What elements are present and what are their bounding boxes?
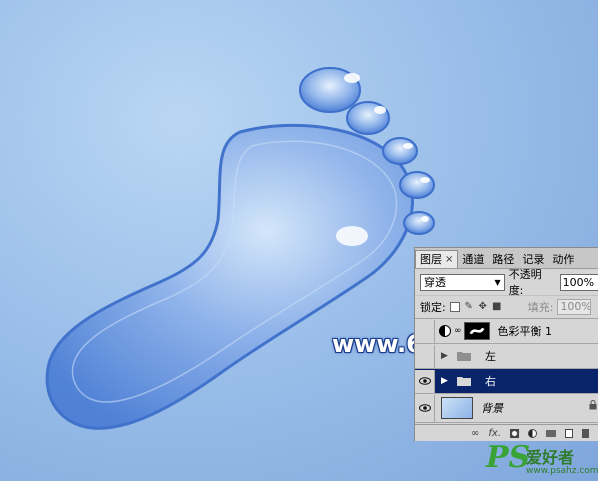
visibility-toggle[interactable]	[415, 369, 435, 393]
folder-icon	[457, 352, 471, 361]
lock-transparency-icon[interactable]	[449, 302, 460, 312]
layer-row-right-group[interactable]: ▶ 右	[415, 369, 598, 394]
visibility-toggle[interactable]	[415, 394, 435, 422]
visibility-toggle[interactable]	[415, 319, 435, 343]
new-layer-icon[interactable]	[565, 428, 573, 438]
layer-name: 背景	[481, 402, 503, 415]
fill-label: 填充:	[527, 301, 554, 314]
expand-triangle-icon[interactable]: ▶	[441, 351, 451, 361]
layer-thumbnail	[441, 397, 473, 419]
layer-name: 色彩平衡 1	[497, 325, 553, 338]
layer-mask-thumbnail	[463, 322, 490, 340]
fx-icon[interactable]: fx.	[488, 428, 501, 439]
close-icon[interactable]: ×	[445, 251, 453, 268]
tab-layers[interactable]: 图层 ×	[415, 250, 459, 268]
layer-row-background[interactable]: 背景	[415, 394, 598, 423]
trash-icon[interactable]	[582, 428, 589, 438]
mask-icon[interactable]	[510, 428, 519, 438]
brand-name: 爱好者	[526, 448, 575, 467]
link-icon[interactable]: ∞	[471, 428, 479, 439]
tab-layers-label: 图层	[420, 253, 442, 266]
blend-row: 穿透 ▼ 不透明度: 100%	[415, 268, 598, 297]
foot-print-icon	[45, 67, 435, 430]
lock-label: 锁定:	[420, 301, 446, 314]
layer-row-left-group[interactable]: ▶ 左	[415, 344, 598, 369]
panel-footer: ∞ fx.	[415, 424, 598, 441]
panel-tabs: 图层 × 通道 路径 记录 动作	[415, 248, 598, 269]
lock-icon	[589, 400, 597, 410]
fill-input[interactable]: 100%	[557, 299, 592, 315]
tab-channels[interactable]: 通道	[458, 251, 488, 268]
blend-mode-select[interactable]: 穿透 ▼	[420, 273, 505, 291]
layers-panel: 图层 × 通道 路径 记录 动作 穿透 ▼ 不透明度: 100% 锁定: ✎ ✥…	[414, 247, 598, 441]
lock-brush-icon[interactable]: ✎	[464, 302, 474, 312]
layer-name: 右	[485, 375, 496, 388]
eye-icon	[418, 377, 431, 385]
lock-row: 锁定: ✎ ✥ ■ 填充: 100%	[415, 296, 598, 319]
brand-url: www.psahz.com	[526, 466, 598, 476]
layer-row-color-balance[interactable]: ∞ 色彩平衡 1	[415, 319, 598, 344]
eye-icon	[418, 404, 431, 412]
expand-triangle-icon[interactable]: ▶	[441, 376, 451, 386]
opacity-input[interactable]: 100%	[559, 273, 598, 291]
chain-link-icon: ∞	[454, 326, 462, 336]
adjustment-icon[interactable]	[528, 428, 537, 438]
lock-move-icon[interactable]: ✥	[478, 302, 488, 312]
chevron-down-icon: ▼	[494, 277, 501, 287]
blend-mode-value: 穿透	[424, 276, 446, 289]
layer-name: 左	[485, 350, 496, 363]
folder-icon	[457, 377, 471, 386]
mask-brush-icon	[469, 327, 484, 335]
adjustment-layer-icon	[439, 325, 451, 337]
opacity-label: 不透明度:	[508, 268, 542, 297]
lock-all-icon[interactable]: ■	[492, 302, 502, 312]
folder-icon[interactable]	[546, 429, 556, 437]
visibility-toggle[interactable]	[415, 344, 435, 368]
brand-logo: PS 爱好者 www.psahz.com	[482, 440, 598, 481]
brand-ps: PS	[486, 440, 531, 475]
